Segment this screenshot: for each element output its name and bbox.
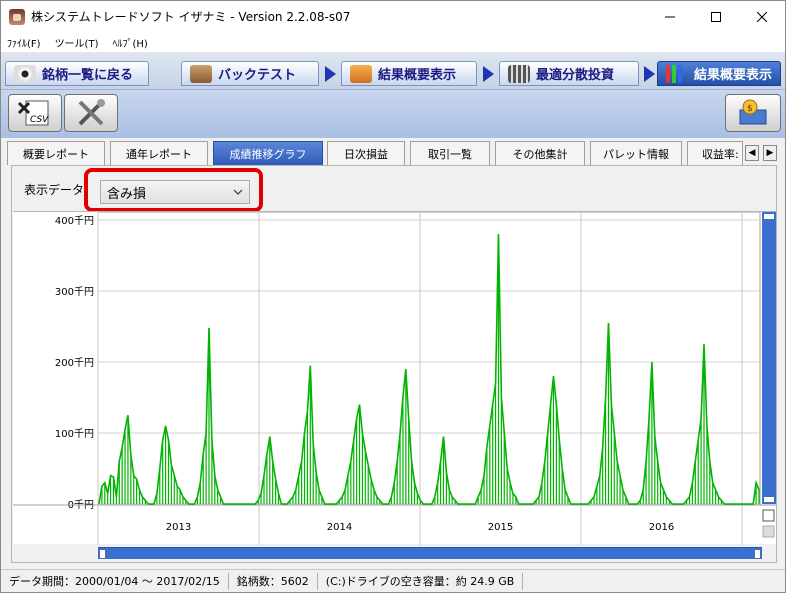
tab-other-stats[interactable]: その他集計: [495, 141, 585, 165]
bar-chart-icon: [666, 64, 688, 83]
status-period: データ期間：2000/01/04 〜 2017/02/15: [1, 572, 229, 590]
menu-tools[interactable]: ツール(T): [55, 35, 99, 50]
tab-trade-list[interactable]: 取引一覧: [410, 141, 490, 165]
chart-svg: 400千円300千円200千円100千円0千円2013 2014 2015 2016: [13, 212, 776, 545]
menu-bar: ﾌｧｲﾙ(F) ツール(T) ﾍﾙﾌﾟ(H): [1, 32, 785, 52]
vertical-scrollbar[interactable]: [762, 212, 776, 504]
tools-icon: [78, 99, 105, 126]
y-tick-label: 400千円: [55, 215, 94, 227]
x-tick-label: 2016: [649, 522, 674, 533]
step-backtest[interactable]: バックテスト: [181, 61, 319, 86]
calculator-icon: [508, 64, 530, 83]
app-logo-icon: [9, 8, 25, 25]
step-result-summary-2[interactable]: 結果概要表示: [657, 61, 781, 86]
maximize-icon: [711, 11, 721, 22]
tools-button[interactable]: [64, 94, 118, 132]
chevron-down-icon: [233, 189, 243, 195]
tab-scroll-right-icon[interactable]: ▶: [763, 145, 777, 161]
y-tick-label: 300千円: [55, 286, 94, 298]
checkbox-icon: [762, 509, 775, 522]
money-box-icon: $: [739, 99, 767, 125]
step-label: 結果概要表示: [378, 68, 457, 83]
step-label: 銘柄一覧に戻る: [42, 68, 134, 83]
eye-icon: [14, 64, 36, 83]
status-stock-count: 銘柄数：5602: [229, 572, 318, 590]
app-window: 株システムトレードソフト イザナミ - Version 2.2.08-s07 ﾌ…: [0, 0, 786, 593]
step-arrow-icon: [644, 66, 655, 82]
tab-return-rate[interactable]: 収益率:: [687, 141, 743, 165]
csv-label: CSV: [30, 115, 49, 125]
graph-panel: 表示データ 含み損 400千円 300千円 200千円 100千円 0千円 2013 201…: [11, 165, 777, 563]
hand-chart-icon: [350, 64, 372, 83]
title-bar: 株システムトレードソフト イザナミ - Version 2.2.08-s07: [1, 1, 785, 32]
vscroll-top-handle: [764, 214, 774, 219]
chart-horizontal-scrollbar[interactable]: [98, 547, 762, 559]
report-tabs: 概要レポート 通年レポート 成績推移グラフ 日次損益 取引一覧 その他集計 パレ…: [7, 141, 783, 165]
step-label: 最適分散投資: [536, 68, 615, 83]
window-title: 株システムトレードソフト イザナミ - Version 2.2.08-s07: [31, 10, 351, 24]
tab-summary-report[interactable]: 概要レポート: [7, 141, 105, 165]
step-label: バックテスト: [218, 68, 297, 83]
x-tick-label: 2014: [327, 522, 352, 533]
tab-daily-pnl[interactable]: 日次損益: [327, 141, 405, 165]
x-tick-label: 2013: [166, 522, 191, 533]
y-tick-label: 100千円: [55, 428, 94, 440]
tab-performance-graph[interactable]: 成績推移グラフ: [213, 141, 323, 165]
tab-palette-info[interactable]: パレット情報: [590, 141, 682, 165]
bag-icon: [190, 64, 212, 83]
status-disk-space: (C:)ドライブの空き容量：約 24.9 GB: [318, 572, 524, 590]
svg-text:$: $: [747, 104, 753, 114]
close-button[interactable]: [739, 1, 785, 32]
workflow-step-bar: 銘柄一覧に戻る バックテスト 結果概要表示 最適分散投資 結果概要表示: [1, 52, 785, 90]
checkbox-disabled-icon: [762, 525, 775, 538]
display-data-value: 含み損: [107, 186, 147, 202]
highlight-box: 含み損: [84, 168, 263, 212]
step-arrow-icon: [325, 66, 336, 82]
y-tick-label: 200千円: [55, 357, 94, 369]
step-arrow-icon: [483, 66, 494, 82]
maximize-button[interactable]: [693, 1, 739, 32]
tab-scroll-left-icon[interactable]: ◀: [745, 145, 759, 161]
menu-help[interactable]: ﾍﾙﾌﾟ(H): [112, 35, 147, 50]
scroll-right-handle[interactable]: [754, 549, 761, 559]
minimize-button[interactable]: [647, 1, 693, 32]
display-data-select[interactable]: 含み損: [100, 180, 250, 204]
step-label: 結果概要表示: [694, 68, 773, 83]
tab-annual-report[interactable]: 通年レポート: [110, 141, 208, 165]
csv-export-icon: CSV: [17, 100, 49, 126]
toolbar: CSV $: [1, 90, 785, 138]
status-bar: データ期間：2000/01/04 〜 2017/02/15 銘柄数：5602 (…: [1, 569, 785, 592]
step-result-summary[interactable]: 結果概要表示: [341, 61, 477, 86]
close-icon: [757, 11, 767, 22]
step-optimal-allocation[interactable]: 最適分散投資: [499, 61, 639, 86]
csv-export-button[interactable]: CSV: [8, 94, 62, 132]
step-back-to-list[interactable]: 銘柄一覧に戻る: [5, 61, 149, 86]
menu-file[interactable]: ﾌｧｲﾙ(F): [7, 35, 41, 50]
minimize-icon: [665, 16, 675, 17]
plot-area: [97, 212, 761, 506]
money-box-button[interactable]: $: [725, 94, 781, 132]
scroll-left-handle[interactable]: [99, 549, 106, 559]
x-tick-label: 2015: [488, 522, 513, 533]
vscroll-bottom-handle: [764, 497, 774, 502]
performance-chart: 400千円 300千円 200千円 100千円 0千円 2013 2014 2015 2016: [13, 211, 776, 545]
display-data-label: 表示データ: [24, 183, 85, 197]
